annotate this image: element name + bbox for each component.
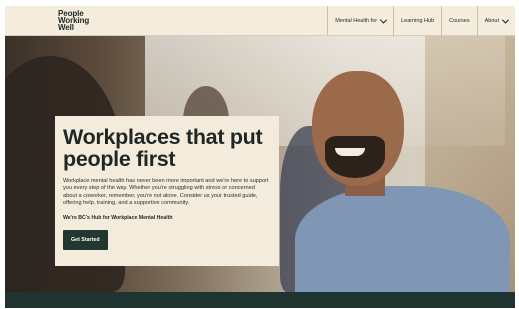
chevron-down-icon xyxy=(380,16,388,24)
nav-item-courses[interactable]: Courses xyxy=(441,6,476,36)
hero-man-beard xyxy=(325,136,385,178)
hero-man-shirt xyxy=(295,186,510,292)
nav-item-learning-hub[interactable]: Learning Hub xyxy=(393,6,441,36)
nav-item-label: Learning Hub xyxy=(401,18,435,24)
nav-item-label: Mental Health for xyxy=(335,18,378,24)
browser-viewport: People Working Well Mental Health for Le… xyxy=(5,6,515,308)
nav-item-about[interactable]: About xyxy=(476,6,515,36)
hero-description: Workplace mental health has never been m… xyxy=(63,178,269,207)
site-logo[interactable]: People Working Well xyxy=(58,9,89,33)
hero-tagline: We're BC's Hub for Workplace Mental Heal… xyxy=(63,214,173,221)
nav-item-label: Courses xyxy=(449,18,470,24)
hero-man-smile xyxy=(335,148,365,156)
hero-card: Workplaces that put people first Workpla… xyxy=(55,116,279,266)
logo-line-3: Well xyxy=(58,23,74,33)
next-section-band xyxy=(5,292,515,308)
main-nav: Mental Health for Learning Hub Courses A… xyxy=(327,6,515,36)
get-started-button[interactable]: Get Started xyxy=(63,229,108,250)
hero-headline: Workplaces that put people first xyxy=(63,125,263,171)
nav-item-label: About xyxy=(484,18,499,24)
nav-item-mental-health-for[interactable]: Mental Health for xyxy=(327,6,393,36)
chevron-down-icon xyxy=(501,16,510,24)
site-header: People Working Well Mental Health for Le… xyxy=(5,6,515,36)
